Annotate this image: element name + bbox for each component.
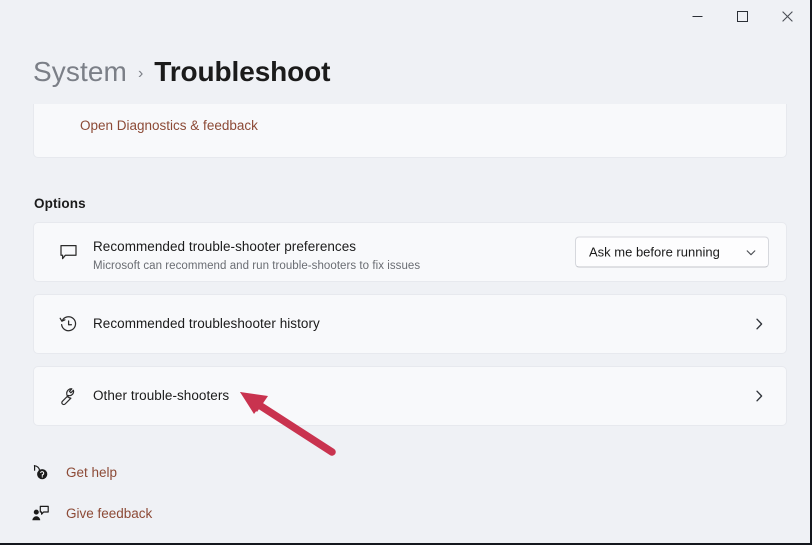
minimize-button[interactable] xyxy=(675,0,720,33)
title-bar xyxy=(0,0,810,33)
footer-link-label: Get help xyxy=(66,465,118,480)
row-text-block: Recommended trouble-shooter preferences … xyxy=(93,238,420,274)
chevron-right-icon[interactable] xyxy=(750,315,768,333)
dropdown-selected-value: Ask me before running xyxy=(589,244,720,260)
breadcrumb-separator-icon: › xyxy=(137,65,144,82)
footer-links: Get help Give feedback xyxy=(28,457,152,529)
chat-bubble-icon xyxy=(53,237,83,267)
footer-link-label: Give feedback xyxy=(66,506,153,521)
row-subtitle: Microsoft can recommend and run trouble-… xyxy=(93,260,421,272)
diagnostics-card: Open Diagnostics & feedback xyxy=(33,104,787,158)
row-troubleshooter-history[interactable]: Recommended troubleshooter history xyxy=(33,294,787,354)
breadcrumb: System › Troubleshoot xyxy=(33,56,331,88)
history-icon xyxy=(53,309,83,339)
recommended-preferences-dropdown[interactable]: Ask me before running xyxy=(575,236,769,268)
row-title: Recommended trouble-shooter preferences xyxy=(93,239,357,254)
give-feedback-link[interactable]: Give feedback xyxy=(28,498,152,529)
settings-window: System › Troubleshoot Open Diagnostics &… xyxy=(0,0,812,545)
get-help-icon xyxy=(28,462,52,484)
row-text-block: Recommended troubleshooter history xyxy=(93,315,320,333)
row-other-troubleshooters[interactable]: Other trouble-shooters xyxy=(33,366,787,426)
open-diagnostics-feedback-link[interactable]: Open Diagnostics & feedback xyxy=(80,118,258,133)
chevron-down-icon xyxy=(743,244,759,260)
wrench-icon xyxy=(53,381,83,411)
window-controls xyxy=(675,0,810,33)
row-title: Recommended troubleshooter history xyxy=(93,316,320,331)
close-button[interactable] xyxy=(765,0,810,33)
options-section-header: Options xyxy=(34,196,86,211)
row-recommended-preferences[interactable]: Recommended trouble-shooter preferences … xyxy=(33,222,787,282)
maximize-icon xyxy=(737,11,748,22)
minimize-icon xyxy=(692,16,703,17)
page-title: Troubleshoot xyxy=(154,56,331,87)
maximize-button[interactable] xyxy=(720,0,765,33)
chevron-right-icon[interactable] xyxy=(750,387,768,405)
give-feedback-icon xyxy=(28,503,52,525)
get-help-link[interactable]: Get help xyxy=(28,457,152,488)
close-icon xyxy=(782,11,793,22)
breadcrumb-root[interactable]: System xyxy=(33,56,127,88)
row-title: Other trouble-shooters xyxy=(93,388,230,403)
row-text-block: Other trouble-shooters xyxy=(93,387,229,405)
